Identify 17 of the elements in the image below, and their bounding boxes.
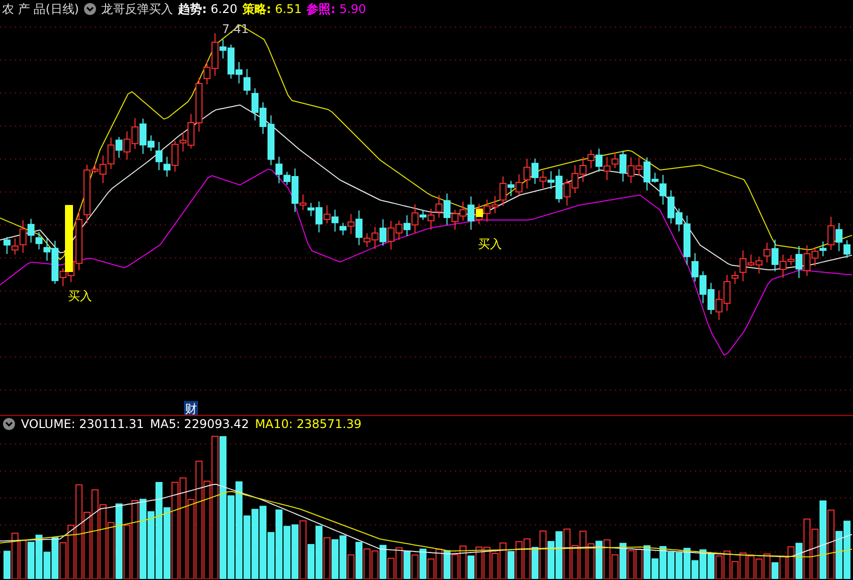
buy-signal-bar [65,205,73,272]
volume-reading: MA5: 229093.42 [150,417,249,431]
finance-badge: 财 [184,401,198,416]
dropdown-button[interactable] [84,3,96,15]
dropdown-button[interactable] [3,418,15,430]
buy-signal-label: 买入 [68,289,92,303]
chart-title: 农 产 品(日线) [2,0,79,18]
chevron-down-icon [4,419,14,429]
chevron-down-icon [85,4,95,14]
indicator-name: 龙哥反弹买入 [101,0,173,18]
indicator-reading: 参照: 5.90 [306,0,366,18]
indicator-reading: 策略: 6.51 [242,0,302,18]
volume-reading: VOLUME: 230111.31 [21,417,144,431]
buy-signal-marker [476,209,483,217]
buy-signal-label: 买入 [478,237,502,251]
volume-reading: MA10: 238571.39 [254,417,362,431]
indicator-reading: 趋势: 6.20 [178,0,238,18]
